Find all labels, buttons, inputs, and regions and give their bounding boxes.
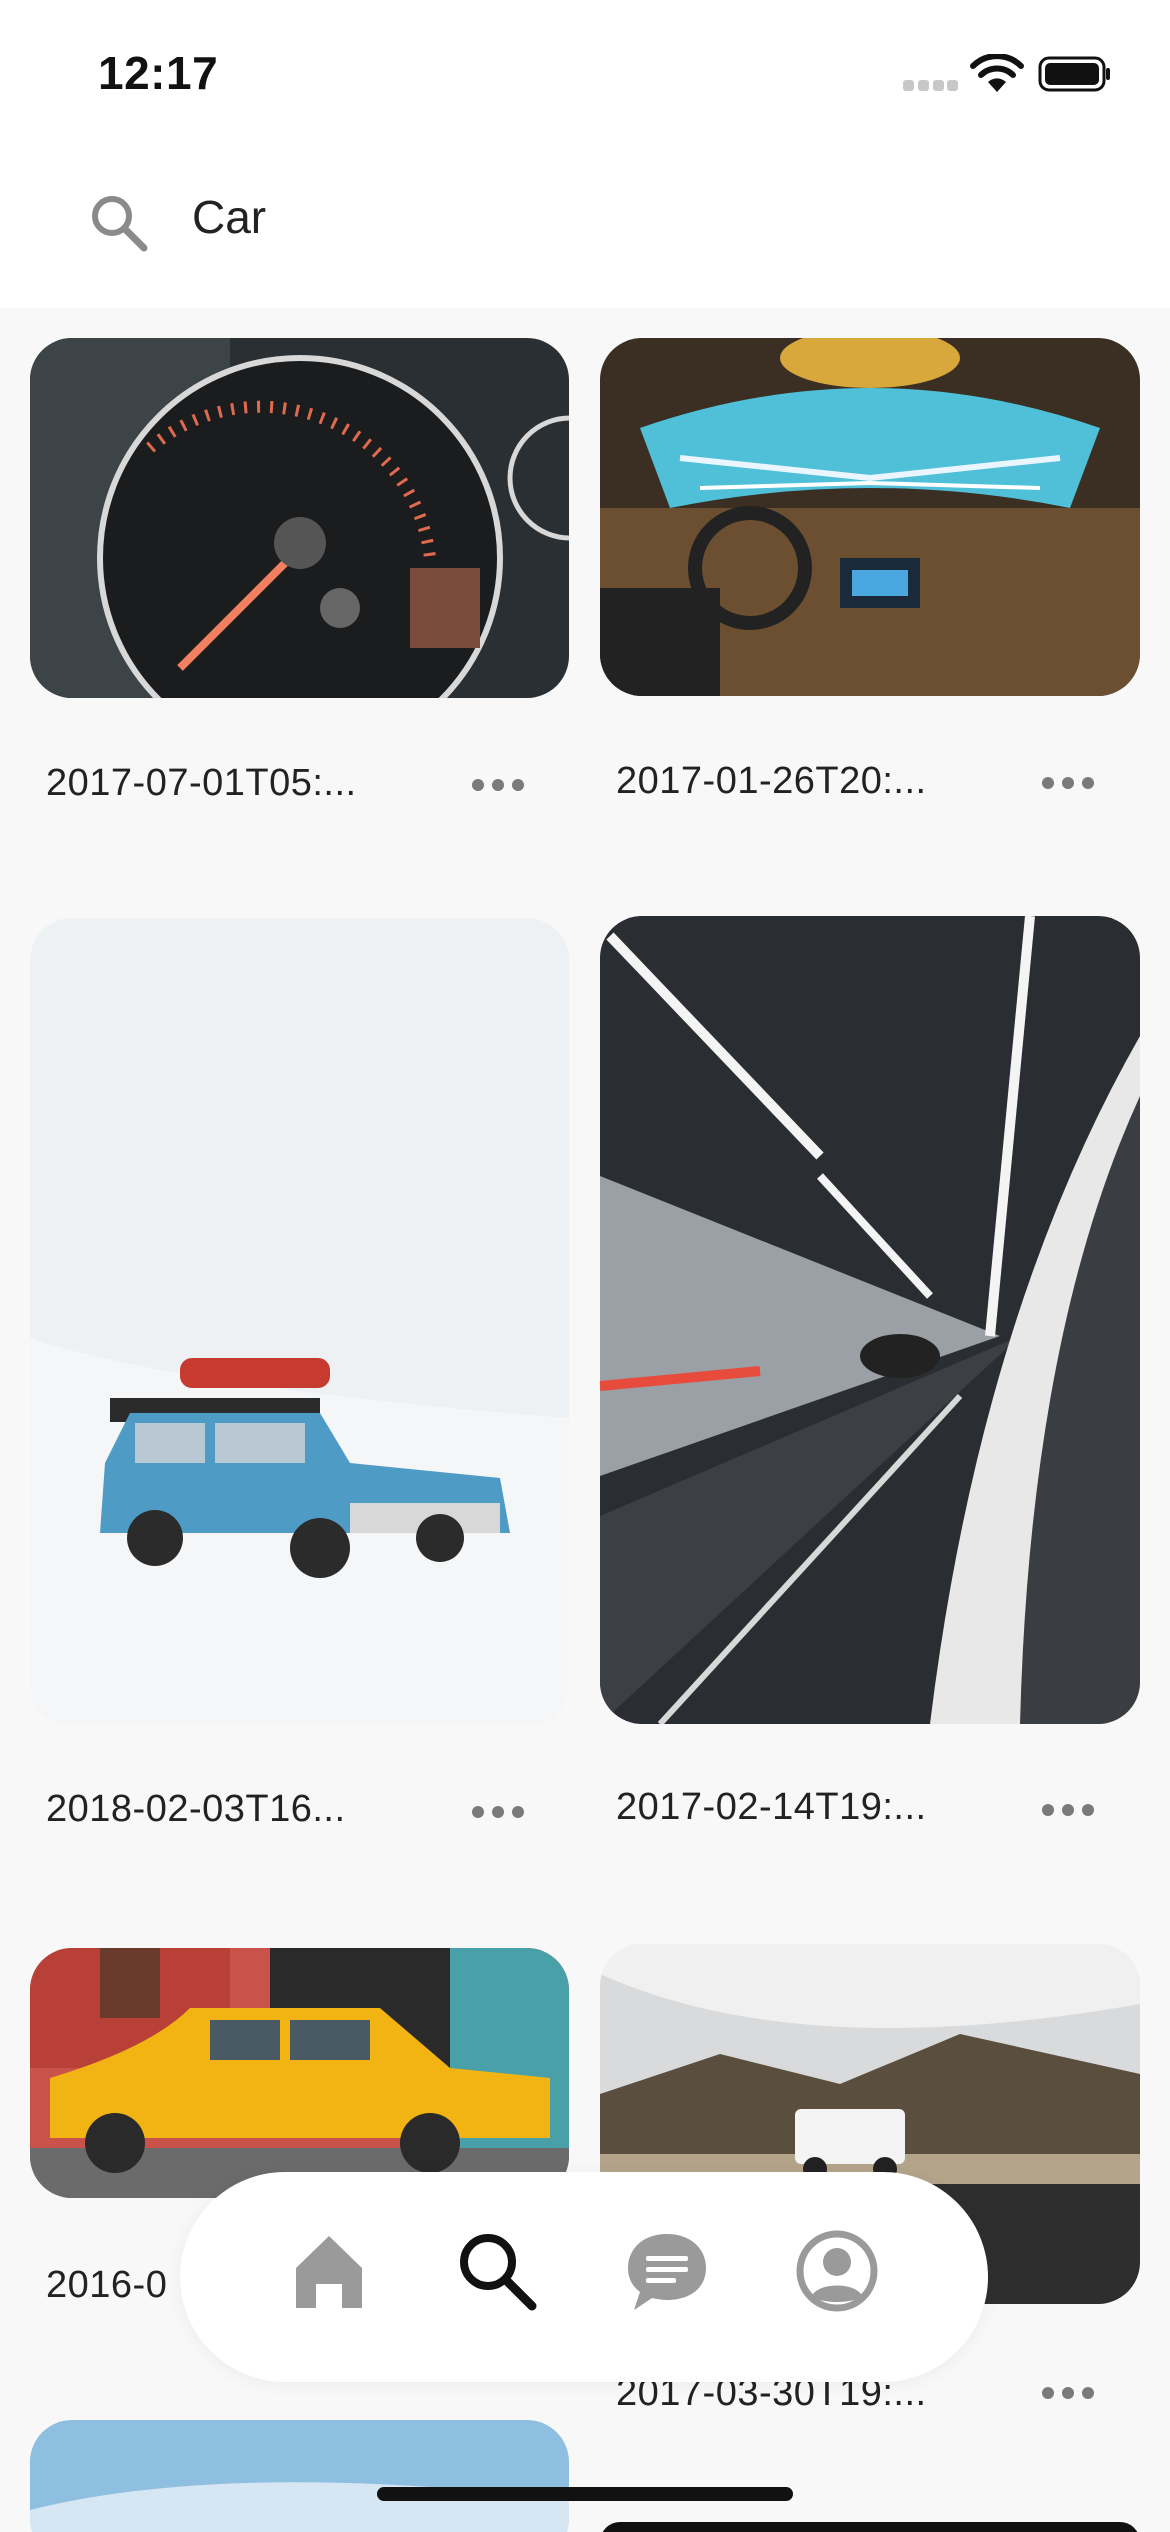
- battery-icon: [1038, 56, 1110, 92]
- more-options-icon[interactable]: [1038, 1800, 1098, 1820]
- result-photo-yellow-car[interactable]: [30, 1948, 569, 2198]
- tab-home[interactable]: [286, 2228, 372, 2314]
- home-icon: [296, 2236, 362, 2308]
- tab-profile[interactable]: [794, 2228, 880, 2314]
- result-caption: 2018-02-03T16...: [46, 1788, 346, 1830]
- result-photo-interior[interactable]: [600, 338, 1140, 696]
- more-options-icon[interactable]: [468, 1802, 528, 1822]
- result-caption: 2017-02-14T19:...: [616, 1786, 927, 1828]
- result-photo-speedometer[interactable]: [30, 338, 569, 698]
- account-icon: [796, 2230, 878, 2312]
- signal-icon: [903, 80, 958, 92]
- result-caption: 2016-0: [46, 2264, 168, 2306]
- chat-icon: [628, 2234, 706, 2310]
- wifi-icon: [970, 54, 1024, 92]
- more-options-icon[interactable]: [1038, 773, 1098, 793]
- result-photo-blue-car[interactable]: [30, 918, 569, 1726]
- result-photo-partial[interactable]: [30, 2420, 569, 2532]
- result-caption: 2017-01-26T20:...: [616, 760, 927, 802]
- result-photo-partial[interactable]: [600, 2522, 1140, 2532]
- status-time: 12:17: [98, 47, 219, 99]
- more-options-icon[interactable]: [468, 775, 528, 795]
- more-options-icon[interactable]: [1038, 2383, 1098, 2403]
- home-indicator: [377, 2487, 793, 2501]
- search-icon: [92, 196, 148, 252]
- result-caption: 2017-07-01T05:...: [46, 762, 357, 804]
- tab-bar: [180, 2172, 988, 2382]
- tab-messages[interactable]: [624, 2228, 710, 2314]
- status-bar: 12:17: [0, 0, 1170, 150]
- search-input[interactable]: Car: [192, 190, 266, 244]
- search-bar[interactable]: Car: [0, 150, 1170, 308]
- tab-search[interactable]: [454, 2228, 540, 2314]
- result-photo-tunnel[interactable]: [600, 916, 1140, 1724]
- search-icon: [460, 2234, 537, 2311]
